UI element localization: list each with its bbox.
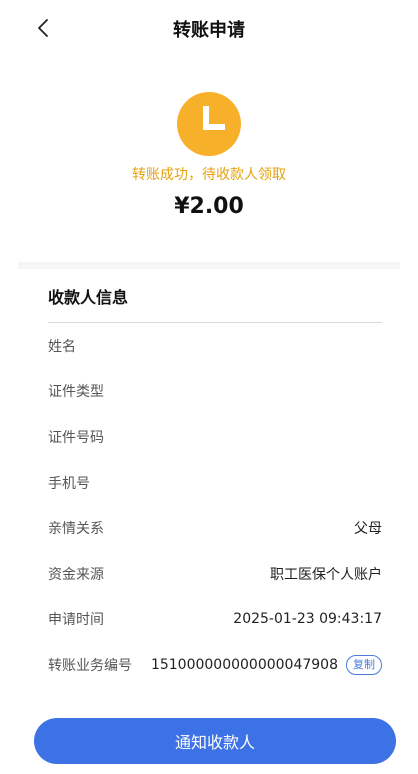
row-label: 申请时间: [48, 612, 104, 629]
row-label: 证件类型: [48, 384, 104, 401]
row-value: 父母: [354, 521, 382, 538]
info-row-business-number: 转账业务编号 151000000000000047908 复制: [48, 642, 382, 688]
status-message: 转账成功，待收款人领取: [132, 167, 286, 183]
info-row-relationship: 亲情关系 父母: [48, 505, 382, 551]
section-title: 收款人信息: [48, 272, 382, 323]
transfer-status: 转账成功，待收款人领取 ¥2.00: [0, 92, 418, 242]
info-row-name: 姓名: [48, 323, 382, 369]
transfer-amount: ¥2.00: [174, 194, 244, 219]
header-bar: 转账申请: [0, 0, 418, 58]
clock-icon: [177, 92, 241, 156]
row-value: 职工医保个人账户: [270, 566, 382, 583]
row-label: 手机号: [48, 475, 90, 492]
row-label: 证件号码: [48, 429, 104, 446]
page-title: 转账申请: [173, 20, 245, 41]
info-row-id-number: 证件号码: [48, 414, 382, 460]
row-label: 姓名: [48, 338, 76, 355]
row-label: 资金来源: [48, 566, 104, 583]
row-label: 转账业务编号: [48, 657, 132, 674]
info-row-apply-time: 申请时间 2025-01-23 09:43:17: [48, 597, 382, 643]
business-number-value: 151000000000000047908: [150, 656, 338, 673]
row-label: 亲情关系: [48, 521, 104, 538]
info-row-phone: 手机号: [48, 460, 382, 506]
section-divider: [18, 262, 400, 269]
info-row-id-type: 证件类型: [48, 369, 382, 415]
row-value-group: 151000000000000047908 复制: [150, 654, 382, 675]
copy-button[interactable]: 复制: [346, 654, 382, 675]
notify-payee-button[interactable]: 通知收款人: [34, 718, 396, 764]
transfer-application-page: 转账申请 转账成功，待收款人领取 ¥2.00 收款人信息 姓名 证件类型 证件号…: [0, 0, 418, 774]
payee-info-card: 收款人信息 姓名 证件类型 证件号码 手机号 亲情关系 父母 资金来源 职工医保…: [48, 272, 382, 688]
info-row-fund-source: 资金来源 职工医保个人账户: [48, 551, 382, 597]
row-value: 2025-01-23 09:43:17: [233, 611, 382, 628]
